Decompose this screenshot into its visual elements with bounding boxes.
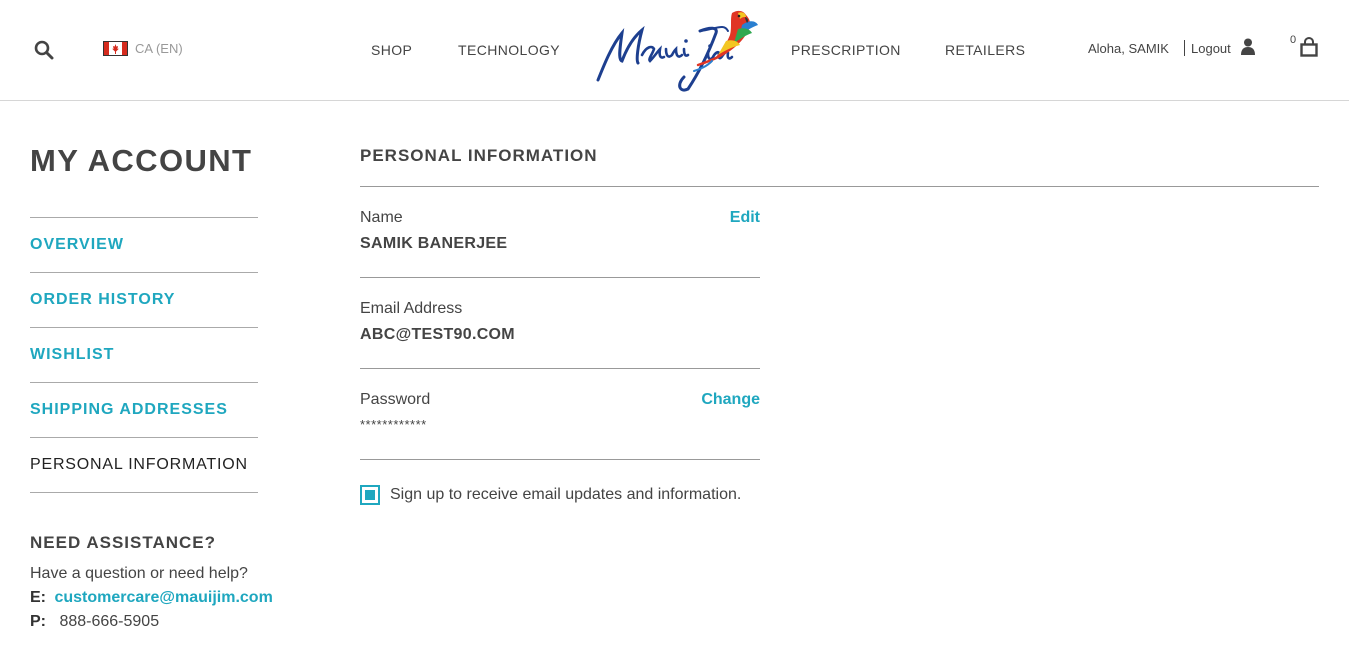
logout-link[interactable]: Logout: [1191, 41, 1231, 56]
nav-shop[interactable]: SHOP: [371, 42, 412, 58]
assistance-text: Have a question or need help?: [30, 565, 248, 582]
password-label: Password: [360, 391, 431, 408]
assistance-phone-row: P: 888-666-5905: [30, 613, 159, 631]
section-divider: [360, 186, 1319, 187]
user-greeting: Aloha, SAMIK: [1088, 41, 1169, 56]
site-header: CA (EN) SHOP TECHNOLOGY PRESCRIPTION RET…: [0, 0, 1349, 101]
shopping-bag-icon[interactable]: [1300, 37, 1318, 57]
field-divider: [360, 277, 760, 278]
nav-overview[interactable]: OVERVIEW: [30, 218, 258, 273]
support-phone: 888-666-5905: [59, 613, 160, 630]
header-divider: [1184, 40, 1185, 56]
field-divider: [360, 368, 760, 369]
assistance-title: NEED ASSISTANCE?: [30, 533, 217, 552]
nav-shipping-addresses[interactable]: SHIPPING ADDRESSES: [30, 383, 258, 438]
locale-selector[interactable]: CA (EN): [103, 41, 183, 56]
locale-label: CA (EN): [135, 41, 183, 56]
change-password-button[interactable]: Change: [701, 391, 760, 409]
search-icon[interactable]: [34, 40, 54, 60]
nav-retailers[interactable]: RETAILERS: [945, 42, 1025, 58]
account-nav: OVERVIEW ORDER HISTORY WISHLIST SHIPPING…: [30, 217, 258, 493]
phone-prefix-label: P:: [30, 613, 46, 630]
nav-prescription[interactable]: PRESCRIPTION: [791, 42, 901, 58]
field-divider: [360, 459, 760, 460]
nav-order-history[interactable]: ORDER HISTORY: [30, 273, 258, 328]
checkbox-check-mark: [365, 490, 375, 500]
name-value: SAMIK BANERJEE: [360, 235, 508, 252]
page-title: MY ACCOUNT: [30, 143, 253, 178]
nav-wishlist[interactable]: WISHLIST: [30, 328, 258, 383]
name-label: Name: [360, 209, 403, 226]
newsletter-checkbox[interactable]: [360, 485, 380, 505]
nav-technology[interactable]: TECHNOLOGY: [458, 42, 560, 58]
nav-personal-information[interactable]: PERSONAL INFORMATION: [30, 438, 258, 493]
email-label: Email Address: [360, 300, 463, 317]
password-value: ************: [360, 417, 427, 432]
section-title: PERSONAL INFORMATION: [360, 146, 598, 165]
cart-count: 0: [1290, 34, 1297, 46]
email-value: ABC@TEST90.COM: [360, 326, 515, 343]
email-prefix-label: E:: [30, 589, 46, 606]
newsletter-label[interactable]: Sign up to receive email updates and inf…: [390, 486, 741, 504]
maui-jim-logo[interactable]: [592, 5, 760, 93]
canada-flag-icon: [103, 41, 128, 56]
assistance-email-row: E: customercare@mauijim.com: [30, 589, 273, 607]
edit-name-button[interactable]: Edit: [730, 209, 760, 227]
user-icon[interactable]: [1241, 38, 1255, 55]
support-email-link[interactable]: customercare@mauijim.com: [54, 589, 272, 606]
